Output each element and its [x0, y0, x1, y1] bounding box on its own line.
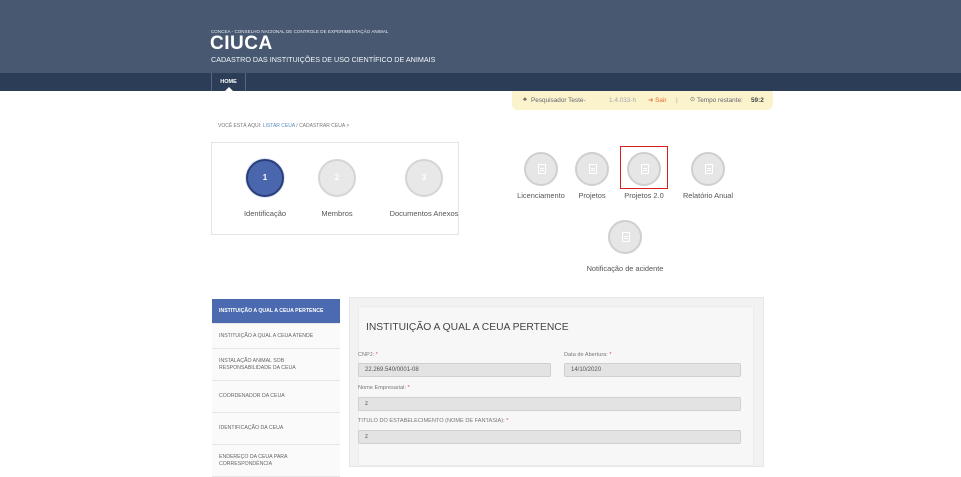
module-label: Notificação de acidente: [586, 264, 664, 273]
module-licenciamento[interactable]: Licenciamento: [506, 152, 576, 200]
breadcrumb-prefix: VOCÊ ESTÁ AQUI:: [218, 123, 262, 129]
user-name: Pesquisador Teste-: [531, 97, 586, 104]
session-time-label: Tempo restante:: [697, 97, 743, 104]
cnpj-label: CNPJ: *: [358, 352, 378, 358]
opening-date-field[interactable]: 14/10/2020: [564, 363, 741, 377]
step-number: 2: [318, 159, 356, 197]
form-section-sidebar: INSTITUIÇÃO A QUAL A CEUA PERTENCE INSTI…: [212, 299, 340, 477]
step-label: Documentos Anexos: [389, 209, 459, 218]
sidebar-item-instituicao-atende[interactable]: INSTITUIÇÃO A QUAL A CEUA ATENDE: [212, 324, 340, 349]
logout-link[interactable]: ➔ Sair: [648, 91, 667, 110]
module-label: Projetos 2.0: [624, 191, 664, 200]
userbar-separator: |: [676, 97, 678, 104]
step-number: 3: [405, 159, 443, 197]
breadcrumb-separator: /: [296, 123, 298, 129]
step-membros[interactable]: 2 Membros: [292, 159, 382, 218]
document-icon: [608, 220, 642, 254]
sidebar-item-identificacao[interactable]: IDENTIFICAÇÃO DA CEUA: [212, 413, 340, 445]
breadcrumb: VOCÊ ESTÁ AQUI: LISTAR CEUA / CADASTRAR …: [218, 123, 349, 129]
opening-date-label: Data de Abertura: *: [564, 352, 612, 358]
module-relatorio-anual[interactable]: Relatório Anual: [678, 152, 738, 200]
app-subtitle: CADASTRO DAS INSTITUIÇÕES DE USO CIENTÍF…: [211, 55, 436, 64]
module-projetos[interactable]: Projetos: [570, 152, 614, 200]
step-documentos-anexos[interactable]: 3 Documentos Anexos: [379, 159, 469, 218]
user-icon: ♣: [523, 97, 527, 103]
trade-name-label: TITULO DO ESTABELECIMENTO (NOME DE FANTA…: [358, 418, 509, 424]
module-label: Projetos: [578, 191, 606, 200]
app-logo[interactable]: CIUCA: [210, 34, 273, 53]
trade-name-field[interactable]: z: [358, 430, 741, 444]
sidebar-item-instalacao-animal[interactable]: INSTALAÇÃO ANIMAL SOB RESPONSABILIDADE D…: [212, 349, 340, 381]
form-title: INSTITUIÇÃO A QUAL A CEUA PERTENCE: [366, 322, 569, 333]
company-name-field[interactable]: z: [358, 397, 741, 411]
module-label: Relatório Anual: [682, 191, 734, 200]
user-status-bar: ♣ Pesquisador Teste- 1.4.033-h ➔ Sair | …: [512, 91, 773, 110]
highlight-box: [620, 146, 668, 189]
sidebar-item-coordenador[interactable]: COORDENADOR DA CEUA: [212, 381, 340, 413]
sidebar-item-endereco[interactable]: ENDEREÇO DA CEUA PARA CORRESPONDÊNCIA: [212, 445, 340, 477]
sidebar-item-instituicao-pertence[interactable]: INSTITUIÇÃO A QUAL A CEUA PERTENCE: [212, 299, 340, 324]
document-icon: [575, 152, 609, 186]
main-navbar: HOME: [0, 73, 961, 91]
chart-icon: [691, 152, 725, 186]
company-name-label: Nome Empresarial: *: [358, 385, 410, 391]
app-version: 1.4.033-h: [609, 97, 637, 104]
step-label: Membros: [321, 209, 353, 218]
nav-active-caret: [224, 87, 234, 92]
breadcrumb-listar-ceua[interactable]: LISTAR CEUA: [263, 123, 295, 129]
app-header: CONCEA - CONSELHO NACIONAL DE CONTROLE D…: [0, 0, 961, 73]
file-icon: [524, 152, 558, 186]
module-notificacao-acidente[interactable]: Notificação de acidente: [570, 220, 680, 273]
step-number: 1: [246, 159, 284, 197]
cnpj-field[interactable]: 22.269.540/0001-08: [358, 363, 551, 377]
session-time-value: 59:2: [751, 97, 764, 104]
clock-icon: ⊙: [690, 97, 696, 103]
breadcrumb-current: CADASTRAR CEUA >: [299, 123, 350, 129]
module-label: Licenciamento: [517, 191, 565, 200]
wizard-steps-panel: 1 Identificação 2 Membros 3 Documentos A…: [211, 142, 459, 235]
